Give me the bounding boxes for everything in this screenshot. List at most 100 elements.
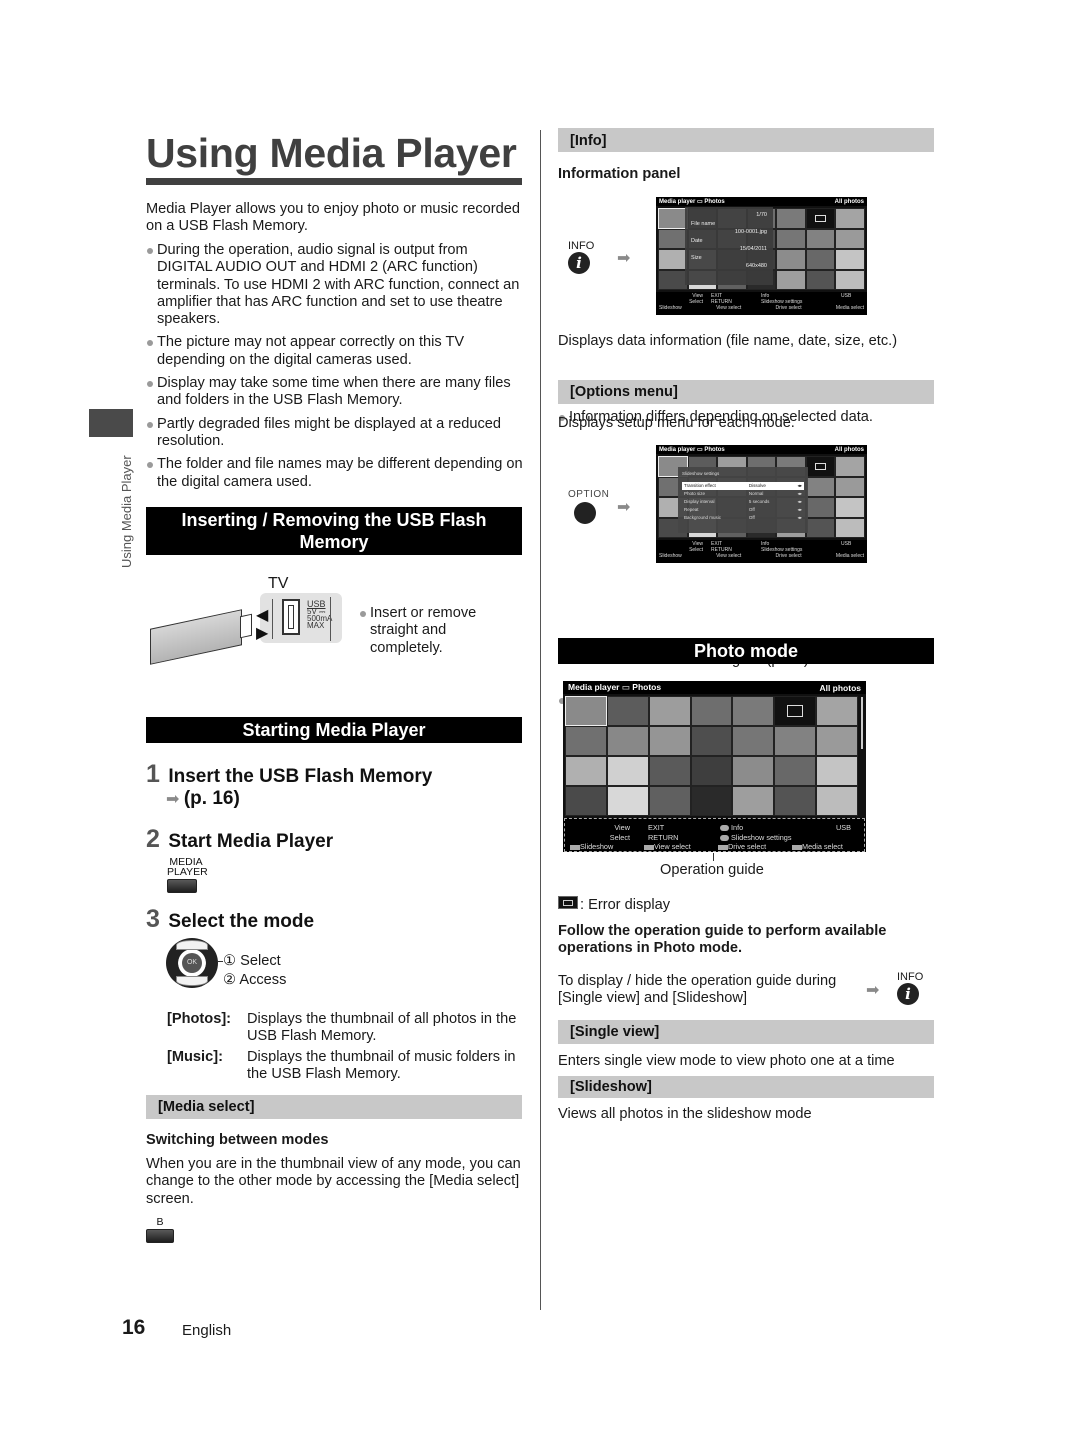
photo-thumbnail[interactable] (835, 249, 865, 270)
media-select-text: When you are in the thumbnail view of an… (146, 1156, 521, 1207)
photo-thumbnail[interactable] (690, 696, 733, 726)
photo-thumbnail[interactable] (805, 497, 836, 518)
intro-bullet: Display may take some time when there ar… (146, 375, 524, 410)
step-title: Start Media Player (168, 831, 334, 852)
photo-thumbnail[interactable] (648, 756, 691, 786)
settings-row-label: Repeat (684, 507, 699, 512)
error-display-label: : Error display (580, 897, 671, 913)
photo-thumbnail[interactable] (774, 786, 817, 816)
intro-text: Media Player allows you to enjoy photo o… (146, 201, 520, 235)
step-number: 1 (146, 760, 160, 788)
starting-heading: Starting Media Player (146, 717, 522, 743)
photo-thumbnail[interactable] (835, 517, 865, 538)
photo-thumbnail[interactable] (774, 756, 817, 786)
intro-bullet: The folder and file names may be differe… (146, 456, 524, 491)
photo-thumbnail[interactable] (835, 269, 865, 290)
intro-bullet: During the operation, audio signal is ou… (146, 242, 524, 328)
settings-row[interactable]: Photo size Normal ◂▸ (682, 490, 804, 498)
settings-row[interactable]: Transition effect Dissolve ◂▸ (682, 482, 804, 490)
photo-thumbnail[interactable] (816, 756, 858, 786)
info-button[interactable]: INFO i (897, 971, 925, 1005)
photo-thumbnail[interactable] (690, 726, 733, 756)
photo-thumbnail[interactable] (658, 249, 688, 270)
options-menu-screen: Media player ▭ Photos All photos Slidesh… (656, 445, 867, 563)
photo-thumbnail[interactable] (658, 269, 688, 290)
settings-row[interactable]: Repeat Off ◂▸ (682, 506, 804, 514)
photo-thumbnail[interactable] (805, 269, 836, 290)
photo-thumbnail[interactable] (690, 756, 733, 786)
b-button[interactable]: B (146, 1217, 174, 1243)
photo-thumbnail[interactable] (835, 456, 865, 477)
photo-thumbnail[interactable] (565, 726, 607, 756)
error-thumbnail[interactable] (805, 208, 836, 229)
photo-thumbnail[interactable] (835, 228, 865, 249)
settings-row[interactable]: Display interval 5 seconds ◂▸ (682, 498, 804, 506)
option-button[interactable]: OPTION (568, 489, 609, 524)
photo-thumbnail[interactable] (690, 786, 733, 816)
error-thumbnail[interactable] (805, 456, 836, 477)
photo-thumbnail[interactable] (648, 786, 691, 816)
photo-thumbnail[interactable] (565, 696, 607, 726)
photo-thumbnail[interactable] (835, 476, 865, 497)
photo-thumbnail[interactable] (732, 756, 775, 786)
options-description: Displays setup menu for each mode. (558, 415, 795, 431)
photo-thumbnail[interactable] (835, 208, 865, 229)
photo-thumbnail[interactable] (606, 696, 649, 726)
media-select-subheading: Switching between modes (146, 1132, 329, 1148)
media-select-heading: [Media select] (146, 1095, 522, 1119)
media-player-button[interactable]: MEDIA PLAYER (167, 857, 208, 893)
photo-thumbnail[interactable] (776, 208, 806, 229)
photo-thumbnail[interactable] (658, 208, 688, 229)
photo-thumbnail[interactable] (658, 228, 688, 249)
photo-thumbnail[interactable] (732, 696, 775, 726)
photo-thumbnail[interactable] (732, 786, 775, 816)
photo-thumbnail[interactable] (648, 696, 691, 726)
photo-thumbnail[interactable] (606, 726, 649, 756)
photo-thumbnail[interactable] (606, 756, 649, 786)
step-1: 1 Insert the USB Flash Memory (146, 760, 432, 789)
remote-key-icon (146, 1229, 174, 1243)
adjust-arrows-icon: ◂▸ (797, 507, 802, 512)
photo-thumbnail[interactable] (648, 726, 691, 756)
settings-row-label: Photo size (684, 491, 706, 496)
photo-thumbnail[interactable] (565, 756, 607, 786)
error-icon (815, 214, 827, 222)
photo-thumbnail[interactable] (816, 696, 858, 726)
photo-thumbnail[interactable] (805, 476, 836, 497)
usb-section-heading: Inserting / Removing the USB Flash Memor… (146, 507, 522, 555)
photo-thumbnail[interactable] (805, 517, 836, 538)
page-ref-link[interactable]: (p. 16) (184, 788, 240, 809)
tv-label: TV (268, 575, 289, 592)
settings-row[interactable]: Background music Off ◂▸ (682, 514, 804, 522)
mode-item-photos: [Photos]: Displays the thumbnail of all … (167, 1011, 517, 1045)
settings-row-value: Dissolve (748, 483, 766, 488)
photo-thumbnail[interactable] (816, 786, 858, 816)
adjust-arrows-icon: ◂▸ (797, 499, 802, 504)
dpad-icon[interactable]: OK (166, 938, 218, 988)
photo-thumbnail[interactable] (805, 249, 836, 270)
operation-guide-bar: View EXIT Info USB Select RETURN Slideshow se… (656, 292, 867, 313)
photo-thumbnail[interactable] (606, 786, 649, 816)
thumbnail-grid (563, 694, 866, 818)
scrollbar[interactable] (861, 697, 863, 749)
photo-thumbnail[interactable] (774, 726, 817, 756)
info-button[interactable]: INFO i (568, 240, 594, 274)
step-2: 2 Start Media Player (146, 825, 333, 854)
info-overlay: 1/70 File name 100-0001.jpg Date 15/04/2… (685, 207, 773, 285)
photo-thumbnail[interactable] (776, 249, 806, 270)
photo-thumbnail[interactable] (776, 228, 806, 249)
photo-thumbnail[interactable] (565, 786, 607, 816)
tv-app-name: Media player (568, 682, 620, 692)
usb-insert-note: Insert or remove straight and completely… (359, 605, 509, 657)
error-display-icon (558, 896, 578, 909)
ok-button[interactable]: OK (182, 953, 202, 973)
photo-thumbnail[interactable] (732, 726, 775, 756)
callout-line (713, 853, 714, 861)
photo-thumbnail[interactable] (816, 726, 858, 756)
arrow-right-icon: ➡ (617, 499, 631, 516)
photo-thumbnail[interactable] (835, 497, 865, 518)
error-thumbnail[interactable] (774, 696, 817, 726)
slideshow-settings-menu: Slideshow settings Transition effect Diss… (678, 467, 808, 533)
photo-thumbnail[interactable] (805, 228, 836, 249)
photo-thumbnail[interactable] (776, 269, 806, 290)
